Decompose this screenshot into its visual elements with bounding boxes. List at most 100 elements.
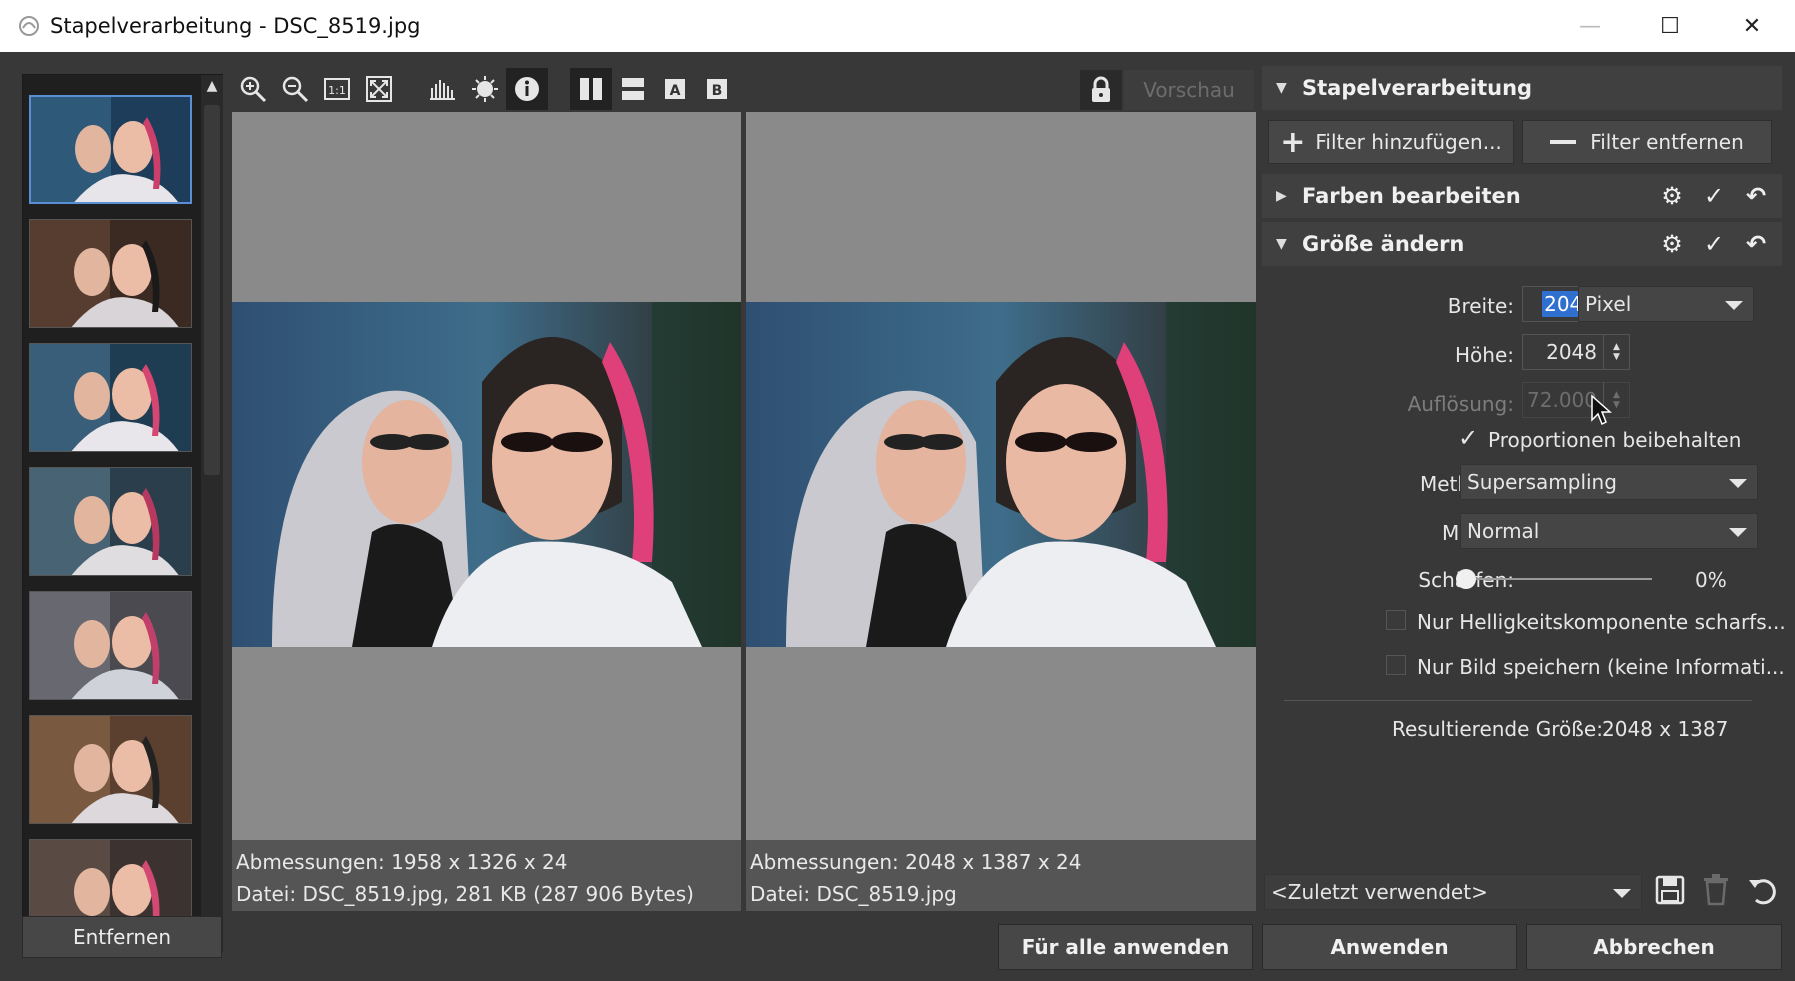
remove-button[interactable]: Entfernen bbox=[22, 916, 222, 958]
apply-button[interactable]: Anwenden bbox=[1262, 924, 1517, 970]
resize-section-header[interactable]: ▼ Größe ändern ⚙ ✓ ↶ bbox=[1262, 222, 1782, 266]
result-size-value: 2048 x 1387 bbox=[1602, 717, 1729, 741]
colors-section-header[interactable]: ▶ Farben bearbeiten ⚙ ✓ ↶ bbox=[1262, 174, 1782, 218]
divider bbox=[1284, 700, 1752, 701]
add-filter-button[interactable]: + Filter hinzufügen... bbox=[1268, 120, 1514, 164]
gear-icon[interactable]: ⚙ bbox=[1658, 230, 1686, 258]
zoom-in-icon[interactable] bbox=[232, 68, 274, 110]
recent-presets-select[interactable]: <Zuletzt verwendet> bbox=[1264, 874, 1642, 910]
cancel-button[interactable]: Abbrechen bbox=[1526, 924, 1782, 970]
thumbnail-item[interactable] bbox=[29, 95, 192, 204]
expanded-triangle-icon: ▼ bbox=[1276, 236, 1287, 252]
maximize-button[interactable]: ☐ bbox=[1630, 0, 1710, 52]
chevron-down-icon bbox=[1613, 889, 1631, 898]
preset-actions bbox=[1654, 872, 1778, 912]
result-dimensions: Abmessungen: 2048 x 1387 x 24 bbox=[750, 850, 1082, 874]
batch-section-title: Stapelverarbeitung bbox=[1302, 76, 1533, 100]
scroll-thumb[interactable] bbox=[204, 105, 220, 475]
remove-filter-button[interactable]: Filter entfernen bbox=[1522, 120, 1772, 164]
image-only-checkbox[interactable] bbox=[1386, 655, 1406, 675]
lock-icon[interactable] bbox=[1080, 70, 1122, 110]
luminance-label[interactable]: Nur Helligkeitskomponente scharfs... bbox=[1417, 610, 1786, 634]
unit-select[interactable]: Pixel bbox=[1578, 286, 1754, 322]
thumbnail-item[interactable] bbox=[29, 467, 192, 576]
proportions-label[interactable]: Proportionen beibehalten bbox=[1488, 428, 1741, 452]
minimize-button[interactable]: — bbox=[1550, 0, 1630, 52]
result-size-label: Resultierende Größe: bbox=[1392, 717, 1603, 741]
reset-icon[interactable] bbox=[1746, 874, 1778, 910]
split-horizontal-icon[interactable] bbox=[612, 68, 654, 110]
sharpen-slider-knob[interactable] bbox=[1456, 569, 1476, 589]
save-icon[interactable] bbox=[1654, 874, 1686, 910]
method-select[interactable]: Supersampling bbox=[1460, 464, 1758, 500]
recent-presets-value: <Zuletzt verwendet> bbox=[1271, 880, 1488, 904]
scroll-up-icon[interactable]: ▲ bbox=[201, 75, 223, 97]
method-value: Supersampling bbox=[1467, 470, 1617, 494]
width-label: Breite: bbox=[1447, 294, 1514, 318]
resolution-label: Auflösung: bbox=[1407, 392, 1514, 416]
proportions-checkbox[interactable]: ✓ bbox=[1458, 424, 1478, 452]
thumbnail-item[interactable] bbox=[29, 343, 192, 452]
image-only-label[interactable]: Nur Bild speichern (keine Informati... bbox=[1417, 655, 1785, 679]
preview-button[interactable]: Vorschau bbox=[1124, 70, 1254, 110]
thumbnail-item[interactable] bbox=[29, 591, 192, 700]
chevron-down-icon bbox=[1725, 301, 1743, 310]
view-a-icon[interactable]: A bbox=[654, 68, 696, 110]
result-preview-pane[interactable]: Abmessungen: 2048 x 1387 x 24 Datei: DSC… bbox=[746, 112, 1256, 911]
chevron-down-icon bbox=[1729, 479, 1747, 488]
title-bar: Stapelverarbeitung - DSC_8519.jpg — ☐ ✕ bbox=[0, 0, 1795, 52]
app-icon bbox=[14, 11, 44, 41]
svg-text:1:1: 1:1 bbox=[328, 84, 346, 97]
unit-value: Pixel bbox=[1585, 292, 1632, 316]
thumbnail-item[interactable] bbox=[29, 715, 192, 824]
original-preview-pane[interactable]: Abmessungen: 1958 x 1326 x 24 Datei: DSC… bbox=[232, 112, 741, 911]
plus-icon: + bbox=[1280, 124, 1306, 160]
undo-icon[interactable]: ↶ bbox=[1742, 230, 1770, 258]
undo-icon[interactable]: ↶ bbox=[1742, 182, 1770, 210]
apply-all-button[interactable]: Für alle anwenden bbox=[998, 924, 1253, 970]
view-b-icon[interactable]: B bbox=[696, 68, 738, 110]
height-input[interactable]: 2048 ▲ ▼ bbox=[1522, 334, 1630, 370]
zoom-1-1-icon[interactable]: 1:1 bbox=[316, 68, 358, 110]
result-photo bbox=[746, 302, 1256, 647]
original-info: Abmessungen: 1958 x 1326 x 24 Datei: DSC… bbox=[232, 840, 741, 911]
window-title: Stapelverarbeitung - DSC_8519.jpg bbox=[50, 14, 421, 38]
original-dimensions: Abmessungen: 1958 x 1326 x 24 bbox=[236, 850, 568, 874]
thumbnail-item[interactable] bbox=[29, 219, 192, 328]
close-button[interactable]: ✕ bbox=[1712, 0, 1792, 52]
svg-text:A: A bbox=[670, 83, 681, 99]
checkmark-icon[interactable]: ✓ bbox=[1700, 182, 1728, 210]
thumbnail-list[interactable]: ▲ ▼ bbox=[22, 74, 223, 952]
luminance-checkbox[interactable] bbox=[1386, 610, 1406, 630]
filter-panel: ▼ Stapelverarbeitung + Filter hinzufügen… bbox=[1262, 62, 1786, 922]
sharpen-value: 0% bbox=[1695, 568, 1727, 592]
height-stepper[interactable]: ▲ ▼ bbox=[1603, 334, 1629, 370]
colors-section-title: Farben bearbeiten bbox=[1302, 184, 1521, 208]
exposure-icon[interactable] bbox=[464, 68, 506, 110]
main-area: ▲ ▼ Entfernen 1:1 bbox=[0, 52, 1795, 981]
expanded-triangle-icon: ▼ bbox=[1276, 80, 1287, 96]
height-label: Höhe: bbox=[1455, 343, 1514, 367]
collapsed-triangle-icon: ▶ bbox=[1276, 188, 1287, 204]
histogram-icon[interactable] bbox=[422, 68, 464, 110]
info-icon[interactable] bbox=[506, 68, 548, 110]
zoom-out-icon[interactable] bbox=[274, 68, 316, 110]
gear-icon[interactable]: ⚙ bbox=[1658, 182, 1686, 210]
sharpen-slider-track[interactable] bbox=[1466, 578, 1652, 580]
fit-screen-icon[interactable] bbox=[358, 68, 400, 110]
batch-section-header[interactable]: ▼ Stapelverarbeitung bbox=[1262, 66, 1782, 110]
resize-section-title: Größe ändern bbox=[1302, 232, 1465, 256]
mouse-cursor-icon bbox=[1590, 394, 1612, 430]
thumbnail-scrollbar[interactable]: ▲ ▼ bbox=[201, 75, 223, 952]
result-info: Abmessungen: 2048 x 1387 x 24 Datei: DSC… bbox=[746, 840, 1256, 911]
mode-select[interactable]: Normal bbox=[1460, 513, 1758, 549]
checkmark-icon[interactable]: ✓ bbox=[1700, 230, 1728, 258]
original-file: Datei: DSC_8519.jpg, 281 KB (287 906 Byt… bbox=[236, 882, 694, 906]
chevron-down-icon bbox=[1729, 528, 1747, 537]
height-value[interactable]: 2048 bbox=[1523, 340, 1603, 364]
original-photo bbox=[232, 302, 741, 647]
preview-toolbar: 1:1 A B bbox=[232, 66, 760, 112]
sharpen-label: Schärfen: bbox=[1302, 568, 1514, 592]
resolution-input: 72.000 ▲ ▼ bbox=[1522, 382, 1630, 418]
split-vertical-icon[interactable] bbox=[570, 68, 612, 110]
